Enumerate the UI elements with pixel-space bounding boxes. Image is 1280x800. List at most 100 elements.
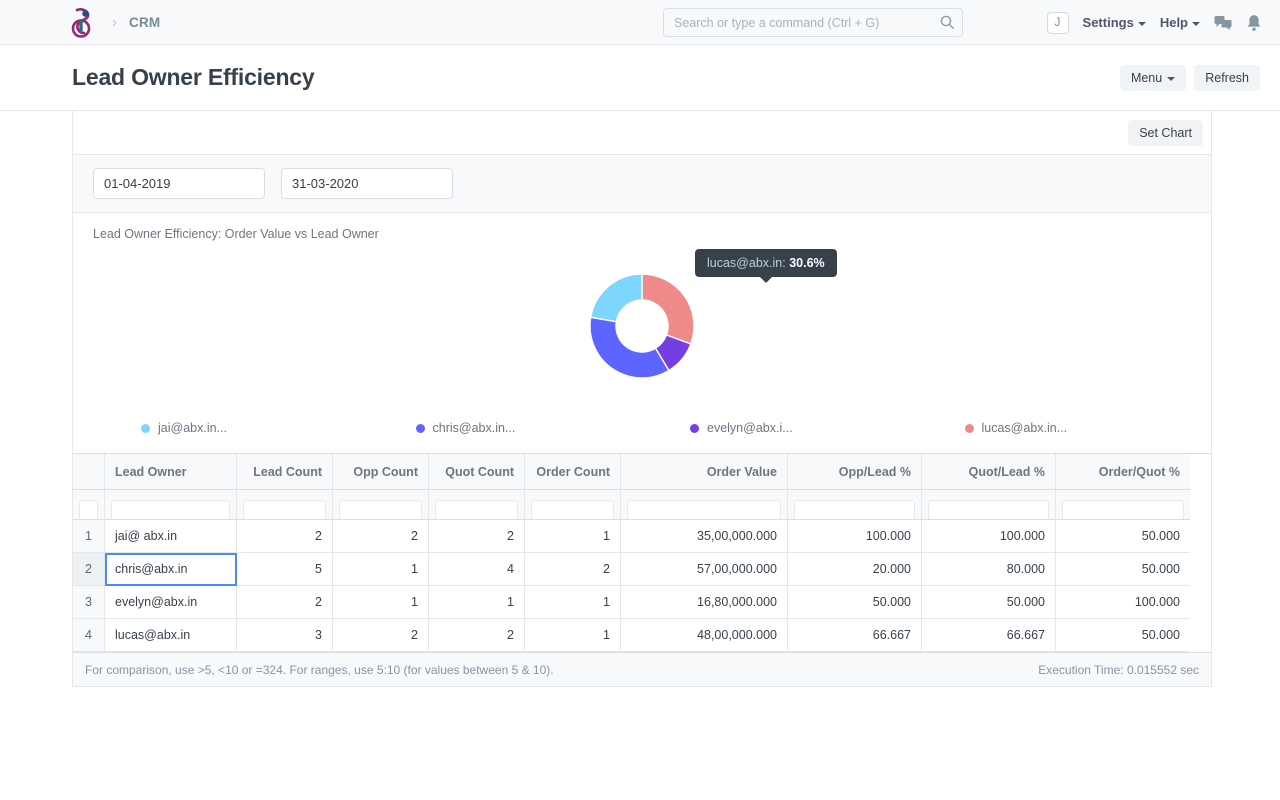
chart-title: Lead Owner Efficiency: Order Value vs Le… [93, 227, 379, 241]
table-row[interactable]: 4 lucas@abx.in 3 2 2 1 48,00,000.000 66.667 66.6… [73, 619, 1211, 652]
filter-input-order_quot[interactable] [1062, 500, 1184, 519]
filter-input-quot_lead[interactable] [928, 500, 1049, 519]
table-cell-order_quot[interactable]: 50.000 [1056, 520, 1190, 553]
app-logo[interactable] [68, 6, 98, 38]
donut-svg[interactable] [582, 266, 702, 386]
donut-slice[interactable] [641, 273, 695, 345]
column-header-quot_lead[interactable]: Quot/Lead % [922, 454, 1056, 490]
table-cell-opp_lead[interactable]: 50.000 [788, 586, 922, 619]
filter-input-lead_count[interactable] [243, 500, 326, 519]
column-filter-order_count[interactable] [525, 490, 621, 520]
column-header-opp_count[interactable]: Opp Count [333, 454, 429, 490]
donut-chart[interactable]: lucas@abx.in: 30.6% [93, 247, 1191, 405]
table-cell-idx[interactable]: 2 [73, 553, 105, 586]
table-cell-order_quot[interactable]: 50.000 [1056, 553, 1190, 586]
column-filter-opp_lead[interactable] [788, 490, 922, 520]
table-cell-order_count[interactable]: 1 [525, 619, 621, 652]
avatar[interactable]: J [1046, 11, 1069, 34]
notifications-bell-icon[interactable] [1246, 14, 1262, 32]
refresh-button[interactable]: Refresh [1194, 64, 1260, 91]
column-header-order_quot[interactable]: Order/Quot % [1056, 454, 1190, 490]
search-icon[interactable] [939, 14, 955, 30]
column-header-quot_count[interactable]: Quot Count [429, 454, 525, 490]
column-header-idx[interactable] [73, 454, 105, 490]
column-filter-order_value[interactable] [621, 490, 788, 520]
table-cell-opp_lead[interactable]: 20.000 [788, 553, 922, 586]
table-cell-idx[interactable]: 1 [73, 520, 105, 553]
filter-input-opp_count[interactable] [339, 500, 422, 519]
filter-input-lead_owner[interactable] [111, 500, 230, 519]
legend-item[interactable]: evelyn@abx.i... [642, 421, 917, 435]
table-cell-quot_lead[interactable]: 66.667 [922, 619, 1056, 652]
column-header-lead_count[interactable]: Lead Count [237, 454, 333, 490]
table-cell-idx[interactable]: 3 [73, 586, 105, 619]
table-cell-lead_owner[interactable]: lucas@abx.in [105, 619, 237, 652]
column-header-opp_lead[interactable]: Opp/Lead % [788, 454, 922, 490]
set-chart-button[interactable]: Set Chart [1128, 119, 1203, 146]
table-row[interactable]: 2 chris@abx.in 5 1 4 2 57,00,000.000 20.000 80.0… [73, 553, 1211, 586]
execution-time: Execution Time: 0.015552 sec [1038, 662, 1199, 677]
table-cell-quot_count[interactable]: 4 [429, 553, 525, 586]
table-cell-quot_count[interactable]: 2 [429, 520, 525, 553]
table-cell-order_value[interactable]: 57,00,000.000 [621, 553, 788, 586]
table-row[interactable]: 1 jai@ abx.in 2 2 2 1 35,00,000.000 100.000 100.… [73, 520, 1211, 553]
column-filter-lead_count[interactable] [237, 490, 333, 520]
table-cell-quot_lead[interactable]: 50.000 [922, 586, 1056, 619]
column-filter-order_quot[interactable] [1056, 490, 1190, 520]
table-cell-order_count[interactable]: 1 [525, 520, 621, 553]
legend-item[interactable]: chris@abx.in... [368, 421, 643, 435]
menu-button[interactable]: Menu [1119, 64, 1187, 91]
table-cell-quot_count[interactable]: 1 [429, 586, 525, 619]
table-cell-lead_owner[interactable]: chris@abx.in [105, 553, 237, 586]
chat-icon[interactable] [1214, 14, 1232, 32]
breadcrumb-crm[interactable]: CRM [129, 15, 160, 30]
filter-input-order_count[interactable] [531, 500, 614, 519]
table-cell-order_value[interactable]: 48,00,000.000 [621, 619, 788, 652]
column-filter-idx[interactable] [73, 490, 105, 520]
table-cell-opp_count[interactable]: 2 [333, 520, 429, 553]
table-cell-lead_count[interactable]: 2 [237, 586, 333, 619]
table-cell-opp_lead[interactable]: 66.667 [788, 619, 922, 652]
table-cell-order_quot[interactable]: 50.000 [1056, 619, 1190, 652]
filter-input-idx[interactable] [79, 500, 98, 519]
table-cell-opp_lead[interactable]: 100.000 [788, 520, 922, 553]
table-cell-quot_count[interactable]: 2 [429, 619, 525, 652]
filter-input-opp_lead[interactable] [794, 500, 915, 519]
table-cell-order_value[interactable]: 35,00,000.000 [621, 520, 788, 553]
settings-dropdown[interactable]: Settings [1083, 15, 1146, 30]
help-dropdown[interactable]: Help [1160, 15, 1200, 30]
table-cell-opp_count[interactable]: 1 [333, 586, 429, 619]
table-cell-opp_count[interactable]: 1 [333, 553, 429, 586]
table-cell-idx[interactable]: 4 [73, 619, 105, 652]
table-cell-opp_count[interactable]: 2 [333, 619, 429, 652]
chart-area: Lead Owner Efficiency: Order Value vs Le… [73, 213, 1211, 453]
table-cell-lead_owner[interactable]: jai@ abx.in [105, 520, 237, 553]
column-header-lead_owner[interactable]: Lead Owner [105, 454, 237, 490]
search-input[interactable] [663, 8, 963, 37]
column-header-order_value[interactable]: Order Value [621, 454, 788, 490]
table-cell-order_quot[interactable]: 100.000 [1056, 586, 1190, 619]
table-cell-lead_count[interactable]: 5 [237, 553, 333, 586]
filter-input-quot_count[interactable] [435, 500, 518, 519]
column-header-order_count[interactable]: Order Count [525, 454, 621, 490]
from-date-input[interactable] [93, 168, 265, 199]
table-cell-lead_count[interactable]: 3 [237, 619, 333, 652]
table-cell-quot_lead[interactable]: 100.000 [922, 520, 1056, 553]
table-cell-quot_lead[interactable]: 80.000 [922, 553, 1056, 586]
table-cell-lead_count[interactable]: 2 [237, 520, 333, 553]
table-cell-order_count[interactable]: 1 [525, 586, 621, 619]
table-cell-lead_owner[interactable]: evelyn@abx.in [105, 586, 237, 619]
table-row[interactable]: 3 evelyn@abx.in 2 1 1 1 16,80,000.000 50.000 50.… [73, 586, 1211, 619]
legend-item[interactable]: jai@abx.in... [93, 421, 368, 435]
column-filter-lead_owner[interactable] [105, 490, 237, 520]
filter-input-order_value[interactable] [627, 500, 781, 519]
legend-label: jai@abx.in... [158, 421, 227, 435]
table-cell-order_count[interactable]: 2 [525, 553, 621, 586]
column-filter-opp_count[interactable] [333, 490, 429, 520]
legend-item[interactable]: lucas@abx.in... [917, 421, 1192, 435]
to-date-input[interactable] [281, 168, 453, 199]
donut-slice[interactable] [589, 273, 643, 323]
column-filter-quot_lead[interactable] [922, 490, 1056, 520]
table-cell-order_value[interactable]: 16,80,000.000 [621, 586, 788, 619]
column-filter-quot_count[interactable] [429, 490, 525, 520]
